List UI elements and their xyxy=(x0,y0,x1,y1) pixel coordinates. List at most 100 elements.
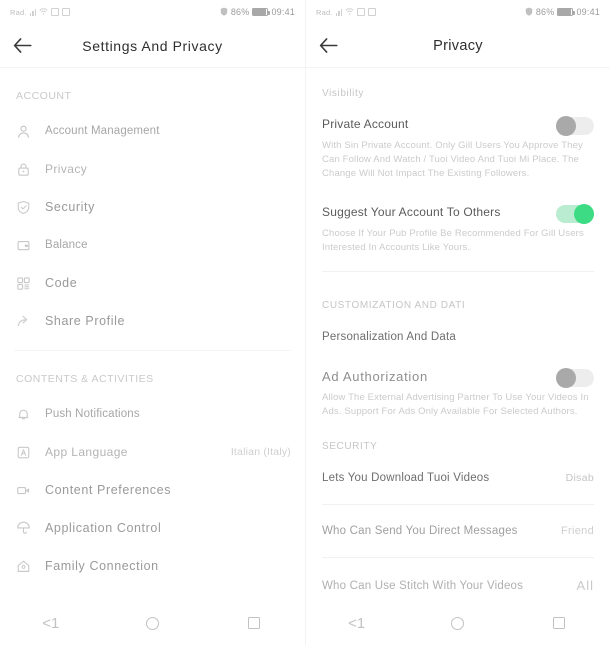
private-account-toggle[interactable] xyxy=(556,116,594,136)
sidebar-item-label: Push Notifications xyxy=(45,408,140,420)
square-icon xyxy=(553,617,566,629)
sidebar-item-label: App Language xyxy=(45,445,128,459)
share-arrow-icon xyxy=(14,312,33,331)
private-account-label: Private Account xyxy=(322,117,409,131)
privacy-scroll-area[interactable]: Visibility Private Account With Sin Priv… xyxy=(306,68,610,645)
private-account-description: With Sin Private Account. Only Gill User… xyxy=(322,140,583,179)
sidebar-item-push-notifications[interactable]: Push Notifications xyxy=(0,395,305,433)
nav-recents-button[interactable] xyxy=(536,608,582,638)
sidebar-item-security[interactable]: Security xyxy=(0,188,305,226)
dual-screenshot-container: Rad. 86% 09:41 Settings And Privacy ACCO… xyxy=(0,0,610,645)
sidebar-item-label: Application Control xyxy=(45,521,162,535)
suggest-account-description: Choose If Your Pub Profile Be Recommende… xyxy=(322,228,584,253)
privacy-header: Privacy xyxy=(306,24,610,68)
stitch-videos-row[interactable]: Who Can Use Stitch With Your Videos All xyxy=(306,566,610,605)
sidebar-item-application-control[interactable]: Application Control xyxy=(0,509,305,547)
section-label-security: SECURITY xyxy=(322,441,378,452)
qr-code-icon xyxy=(14,274,33,293)
page-title: Privacy xyxy=(433,37,483,54)
sidebar-item-label: Security xyxy=(45,200,95,214)
calendar-icon xyxy=(368,8,377,16)
wifi-icon xyxy=(345,7,354,18)
section-label-customization-and-data: CUSTOMIZATION AND DATI xyxy=(322,300,466,311)
android-nav-bar: <1 xyxy=(306,601,610,645)
shield-check-icon xyxy=(14,198,33,217)
back-arrow-icon xyxy=(319,38,338,53)
clock-label: 09:41 xyxy=(576,7,600,17)
nav-recents-button[interactable] xyxy=(231,608,277,638)
sidebar-item-label: Content Preferences xyxy=(45,483,172,497)
settings-scroll-area[interactable]: ACCOUNT Account Management Privacy Secur… xyxy=(0,68,305,645)
nav-back-button[interactable]: <1 xyxy=(28,608,74,638)
private-account-row[interactable]: Private Account xyxy=(306,107,610,137)
nav-back-button[interactable]: <1 xyxy=(334,608,380,638)
back-button[interactable] xyxy=(0,24,44,68)
app-language-value: Italian (Italy) xyxy=(230,446,291,458)
toggle-knob xyxy=(574,204,594,224)
clock-label: 09:41 xyxy=(271,7,295,17)
download-videos-value: Disab xyxy=(565,472,594,484)
suggest-account-row[interactable]: Suggest Your Account To Others xyxy=(306,189,610,225)
wallet-icon xyxy=(14,236,33,255)
direct-messages-row[interactable]: Who Can Send You Direct Messages Friend xyxy=(306,513,610,549)
sidebar-item-label: Share Profile xyxy=(45,314,126,328)
sidebar-item-family-connection[interactable]: Family Connection xyxy=(0,547,305,585)
carrier-label: Rad. xyxy=(10,7,27,17)
battery-icon xyxy=(252,8,271,16)
sidebar-item-content-preferences[interactable]: Content Preferences xyxy=(0,471,305,509)
circle-icon xyxy=(145,616,159,630)
shield-icon xyxy=(220,7,228,18)
sidebar-item-code[interactable]: Code xyxy=(0,264,305,302)
settings-header: Settings And Privacy xyxy=(0,24,305,68)
toggle-knob xyxy=(556,116,576,136)
sidebar-item-label: Privacy xyxy=(45,162,88,176)
section-label-account: ACCOUNT xyxy=(16,90,72,102)
personalization-and-data-label: Personalization And Data xyxy=(322,331,456,343)
download-videos-row[interactable]: Lets You Download Tuoi Videos Disab xyxy=(306,460,610,496)
section-divider xyxy=(322,271,594,272)
signal-bars-icon xyxy=(335,8,343,16)
sidebar-item-privacy[interactable]: Privacy xyxy=(0,150,305,188)
row-divider xyxy=(322,557,594,558)
download-videos-label: Lets You Download Tuoi Videos xyxy=(322,472,490,484)
ad-authorization-description: Allow The External Advertising Partner T… xyxy=(322,392,589,417)
personalization-and-data-row[interactable]: Personalization And Data xyxy=(306,319,610,355)
ad-authorization-toggle[interactable] xyxy=(556,368,594,388)
sidebar-item-label: Balance xyxy=(45,239,88,251)
ad-authorization-row[interactable]: Ad Authorization xyxy=(306,355,610,389)
sidebar-item-label: Family Connection xyxy=(45,559,159,573)
lock-icon xyxy=(14,160,33,179)
direct-messages-value: Friend xyxy=(561,525,594,537)
circle-icon xyxy=(451,616,465,630)
mail-icon xyxy=(357,8,366,16)
sidebar-item-app-language[interactable]: App Language Italian (Italy) xyxy=(0,433,305,471)
nav-home-button[interactable] xyxy=(435,608,481,638)
status-bar-right: 86% 09:41 xyxy=(525,7,600,18)
page-title: Settings And Privacy xyxy=(82,37,223,54)
ad-authorization-label: Ad Authorization xyxy=(322,369,428,384)
sidebar-item-share-profile[interactable]: Share Profile xyxy=(0,302,305,340)
direct-messages-label: Who Can Send You Direct Messages xyxy=(322,525,518,537)
person-icon xyxy=(14,122,33,141)
carrier-label: Rad. xyxy=(316,7,333,17)
android-nav-bar: <1 xyxy=(0,601,305,645)
sidebar-item-balance[interactable]: Balance xyxy=(0,226,305,264)
status-bar-right: 86% 09:41 xyxy=(220,7,295,18)
back-button[interactable] xyxy=(306,24,350,68)
battery-percent-label: 86% xyxy=(535,7,555,17)
stitch-videos-value: All xyxy=(576,578,594,593)
umbrella-icon xyxy=(14,519,33,538)
wifi-icon xyxy=(39,7,48,18)
sidebar-item-label: Code xyxy=(45,276,78,290)
row-divider xyxy=(322,504,594,505)
status-bar-left: Rad. xyxy=(10,7,71,18)
suggest-account-toggle[interactable] xyxy=(556,204,594,224)
stitch-videos-label: Who Can Use Stitch With Your Videos xyxy=(322,579,524,592)
suggest-account-label: Suggest Your Account To Others xyxy=(322,205,501,219)
sidebar-item-account-management[interactable]: Account Management xyxy=(0,112,305,150)
section-label-visibility: Visibility xyxy=(322,88,364,99)
nav-home-button[interactable] xyxy=(129,608,175,638)
language-icon xyxy=(14,443,33,462)
sidebar-item-label: Account Management xyxy=(45,125,160,137)
battery-percent-label: 86% xyxy=(230,7,250,17)
